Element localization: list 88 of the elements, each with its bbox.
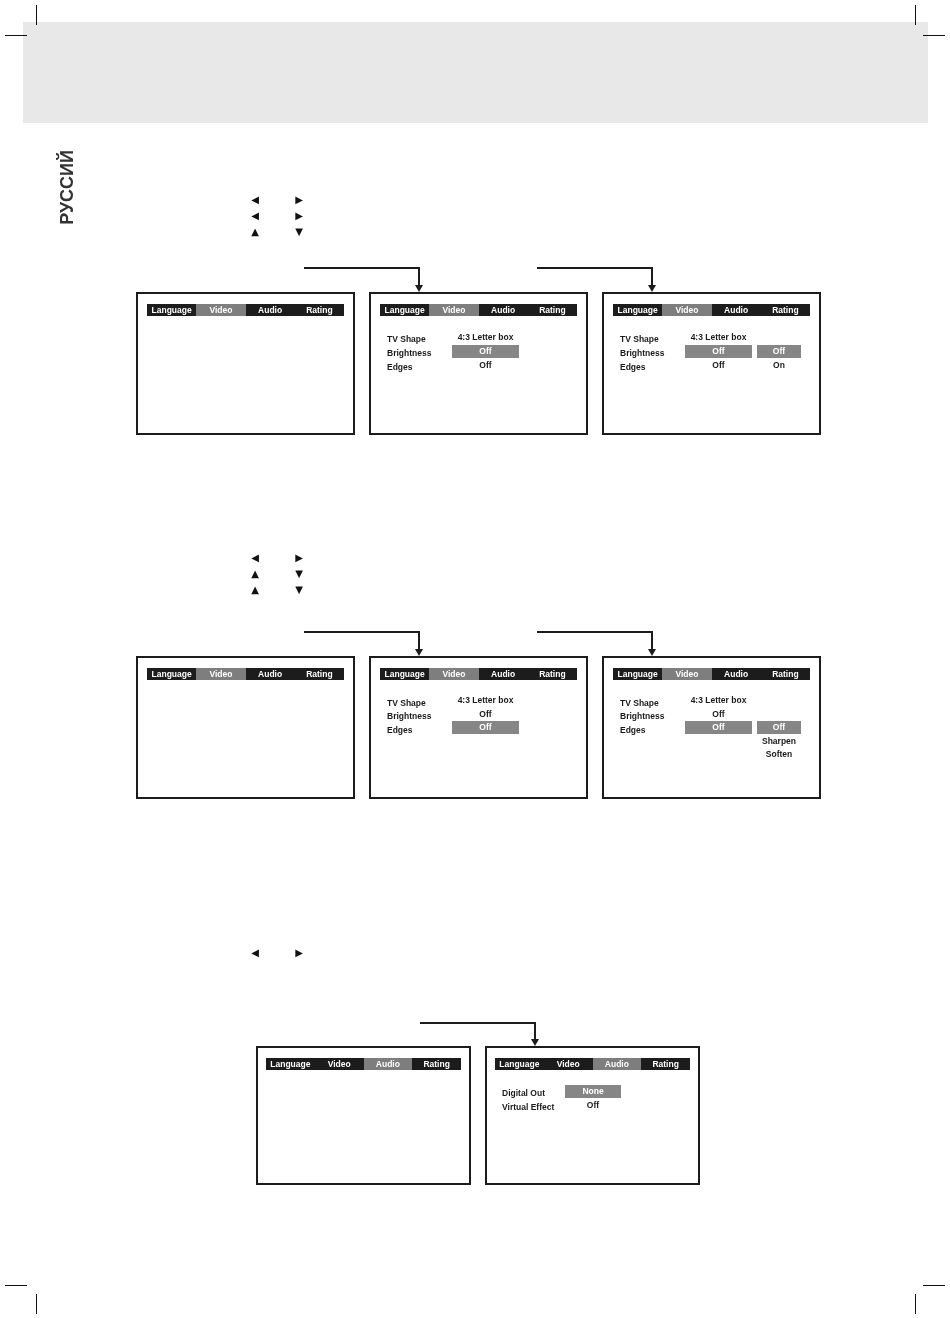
setting-value[interactable]: 4:3 Letter box bbox=[690, 331, 747, 343]
menu-tab[interactable]: Language bbox=[147, 304, 197, 316]
menu-tab[interactable]: Video bbox=[314, 1058, 364, 1070]
setting-value[interactable]: Off bbox=[712, 708, 725, 720]
menu-tab[interactable]: Language bbox=[380, 668, 430, 680]
arrow-glyph: ▶ bbox=[294, 210, 304, 222]
menu-tab[interactable]: Rating bbox=[760, 304, 810, 316]
menu-tab[interactable]: Language bbox=[147, 668, 197, 680]
arrow-glyph: ◀ bbox=[250, 947, 260, 959]
arrow-glyph: ◀ bbox=[250, 210, 260, 222]
menu-tab[interactable]: Rating bbox=[641, 1058, 690, 1070]
menu-tab[interactable]: Audio bbox=[711, 668, 761, 680]
menu-tab[interactable]: Audio bbox=[363, 1058, 413, 1070]
menu-tab[interactable]: Video bbox=[662, 668, 712, 680]
setting-label: Edges bbox=[387, 362, 413, 372]
option-item[interactable]: Off bbox=[757, 721, 801, 735]
arrow-glyph: ◀ bbox=[250, 552, 260, 564]
arrow-glyph: ▶ bbox=[294, 194, 304, 206]
menu-tab[interactable]: Language bbox=[266, 1058, 315, 1070]
crop-mark bbox=[5, 1285, 27, 1286]
menu-tab[interactable]: Language bbox=[613, 304, 663, 316]
setting-label: Edges bbox=[387, 724, 413, 735]
arrow-glyph: ▼ bbox=[294, 568, 304, 580]
crop-mark bbox=[36, 1294, 37, 1314]
setting-label: Brightness bbox=[620, 711, 665, 722]
setting-label: TV Shape bbox=[620, 697, 659, 708]
arrow-glyph: ▶ bbox=[294, 947, 304, 959]
setting-value[interactable]: Off bbox=[479, 708, 492, 720]
arrow-glyph: ▼ bbox=[294, 584, 304, 596]
menu-tab[interactable]: Rating bbox=[412, 1058, 461, 1070]
setting-value[interactable]: 4:3 Letter box bbox=[690, 695, 747, 707]
setting-value[interactable]: 4:3 Letter box bbox=[457, 331, 514, 343]
menu-tab[interactable]: Audio bbox=[245, 668, 295, 680]
setting-value[interactable]: Off bbox=[452, 344, 519, 358]
menu-tab[interactable]: Rating bbox=[527, 304, 577, 316]
menu-tab[interactable]: Language bbox=[613, 668, 663, 680]
setting-value[interactable]: Off bbox=[685, 344, 752, 358]
option-item[interactable]: Sharpen bbox=[762, 735, 796, 747]
setting-label: TV Shape bbox=[620, 334, 659, 344]
crop-mark bbox=[36, 5, 37, 25]
menu-tab[interactable]: Audio bbox=[478, 668, 528, 680]
setting-label: Digital Out bbox=[502, 1088, 545, 1098]
crop-mark bbox=[915, 1294, 916, 1314]
arrow-glyph: ▲ bbox=[250, 568, 260, 580]
menu-tab[interactable]: Video bbox=[196, 668, 246, 680]
menu-tab[interactable]: Rating bbox=[294, 304, 344, 316]
crop-mark bbox=[5, 35, 27, 36]
setting-label: TV Shape bbox=[387, 334, 426, 344]
setting-value[interactable]: Off bbox=[712, 359, 725, 371]
option-item[interactable]: On bbox=[773, 359, 785, 371]
setting-label: Brightness bbox=[620, 348, 665, 358]
menu-tab[interactable]: Audio bbox=[245, 304, 295, 316]
setting-label: Brightness bbox=[387, 348, 432, 358]
menu-tab[interactable]: Audio bbox=[592, 1058, 642, 1070]
menu-tab[interactable]: Video bbox=[429, 304, 479, 316]
menu-tab[interactable]: Rating bbox=[294, 668, 344, 680]
setting-value[interactable]: Off bbox=[479, 359, 492, 371]
side-label: РУССИЙ bbox=[58, 150, 76, 225]
menu-tab[interactable]: Language bbox=[380, 304, 430, 316]
setting-value[interactable]: Off bbox=[586, 1099, 600, 1111]
menu-tab[interactable]: Language bbox=[495, 1058, 544, 1070]
setting-label: Edges bbox=[620, 724, 646, 735]
crop-mark bbox=[923, 35, 945, 36]
arrow-glyph: ◀ bbox=[250, 194, 260, 206]
option-item[interactable]: Off bbox=[757, 344, 801, 358]
setting-label: Edges bbox=[620, 362, 646, 372]
crop-mark bbox=[915, 5, 916, 25]
menu-tab[interactable]: Audio bbox=[478, 304, 528, 316]
setting-label: TV Shape bbox=[387, 697, 426, 708]
menu-tab[interactable]: Video bbox=[662, 304, 712, 316]
setting-value[interactable]: Off bbox=[685, 721, 752, 735]
setting-value[interactable]: Off bbox=[452, 721, 519, 735]
menu-tab[interactable]: Video bbox=[543, 1058, 593, 1070]
setting-label: Virtual Effect bbox=[502, 1102, 555, 1112]
crop-mark bbox=[923, 1285, 945, 1286]
setting-value[interactable]: 4:3 Letter box bbox=[457, 695, 514, 707]
option-item[interactable]: Soften bbox=[765, 749, 793, 761]
menu-tab[interactable]: Video bbox=[196, 304, 246, 316]
arrow-glyph: ▲ bbox=[250, 584, 260, 596]
arrow-glyph: ▲ bbox=[250, 226, 260, 238]
menu-tab[interactable]: Rating bbox=[760, 668, 810, 680]
arrow-glyph: ▶ bbox=[294, 552, 304, 564]
setting-label: Brightness bbox=[387, 711, 432, 722]
arrow-glyph: ▼ bbox=[294, 226, 304, 238]
menu-tab[interactable]: Rating bbox=[527, 668, 577, 680]
setting-value[interactable]: None bbox=[565, 1084, 621, 1098]
menu-tab[interactable]: Audio bbox=[711, 304, 761, 316]
menu-tab[interactable]: Video bbox=[429, 668, 479, 680]
